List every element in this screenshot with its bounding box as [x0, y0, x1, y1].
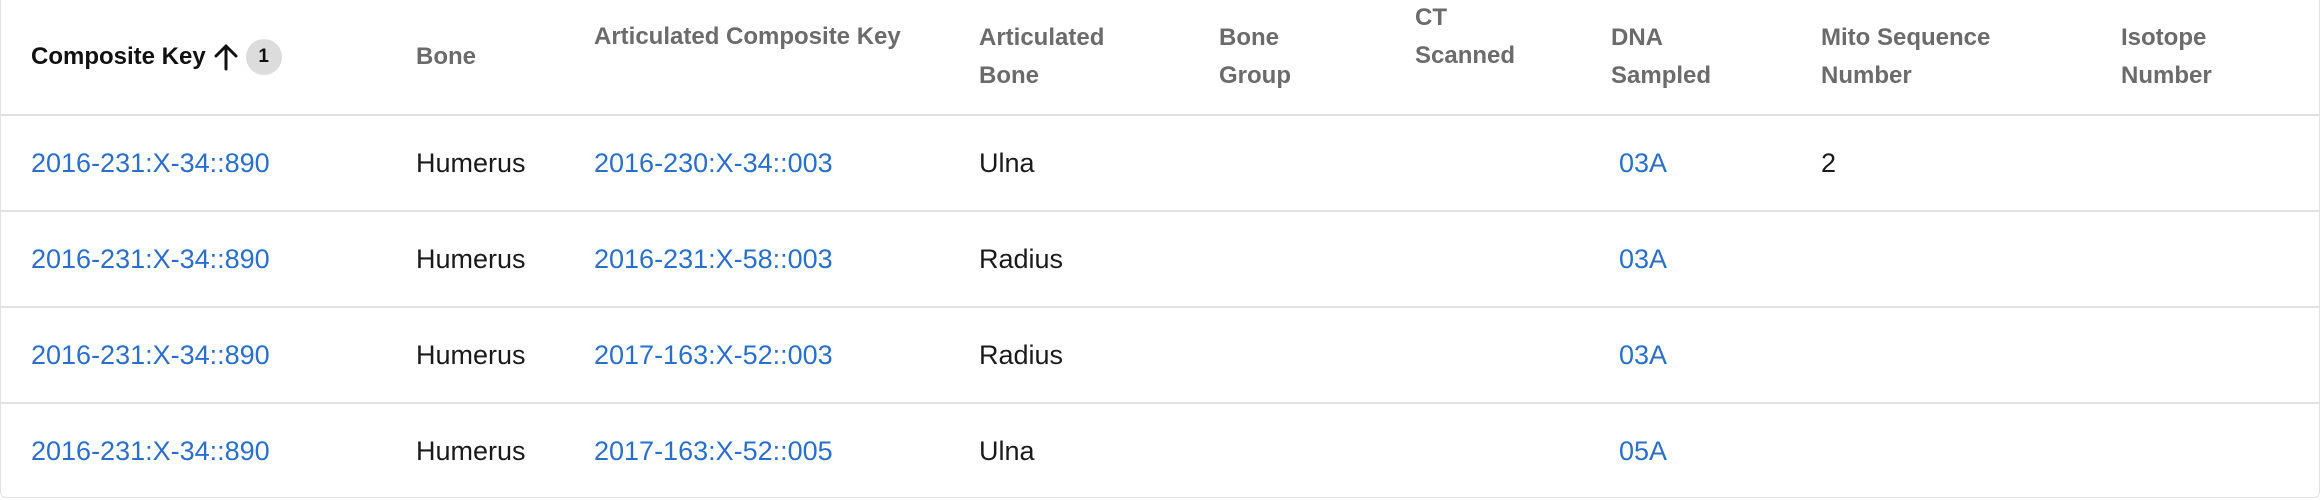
data-table-container: Composite Key 1 Bone Articulated Composi…	[0, 0, 2320, 498]
column-header-label: Mito Sequence Number	[1821, 24, 1991, 89]
isotope-number-cell	[2121, 307, 2319, 403]
bone-group-cell	[1219, 307, 1415, 403]
column-header-label: CT Scanned	[1415, 4, 1516, 69]
articulated-bone-cell: Radius	[979, 339, 1064, 370]
column-header-label: Articulated Bone	[979, 24, 1105, 89]
bone-group-cell	[1219, 403, 1415, 497]
arrow-up-icon[interactable]	[212, 43, 240, 71]
table-row: 2016-231:X-34::890 Humerus 2017-163:X-52…	[1, 307, 2319, 403]
composite-key-cell: 2016-231:X-34::890	[1, 403, 416, 497]
header-row: Composite Key 1 Bone Articulated Composi…	[1, 0, 2319, 115]
dna-sampled-link[interactable]: 03A	[1619, 148, 1667, 178]
composite-key-cell: 2016-231:X-34::890	[1, 307, 416, 403]
bone-group-cell	[1219, 211, 1415, 307]
column-header-label: Bone	[416, 43, 476, 70]
articulated-composite-key-cell: 2016-231:X-58::003	[594, 211, 979, 307]
articulated-composite-key-cell: 2017-163:X-52::003	[594, 307, 979, 403]
composite-key-link[interactable]: 2016-231:X-34::890	[31, 244, 270, 274]
ct-scanned-cell	[1415, 211, 1611, 307]
column-header-label: Articulated Composite Key	[594, 23, 901, 50]
composite-key-cell: 2016-231:X-34::890	[1, 115, 416, 211]
bone-cell: Humerus	[416, 147, 526, 178]
column-header-dna-sampled[interactable]: DNA Sampled	[1611, 0, 1821, 115]
bone-group-cell	[1219, 115, 1415, 211]
articulated-composite-key-link[interactable]: 2016-230:X-34::003	[594, 148, 833, 178]
column-header-composite-key[interactable]: Composite Key 1	[1, 0, 416, 115]
composite-key-link[interactable]: 2016-231:X-34::890	[31, 436, 270, 466]
dna-sampled-link[interactable]: 03A	[1619, 244, 1667, 274]
ct-scanned-cell	[1415, 403, 1611, 497]
articulated-composite-key-link[interactable]: 2017-163:X-52::005	[594, 436, 833, 466]
isotope-number-cell	[2121, 403, 2319, 497]
dna-sampled-cell: 05A	[1611, 403, 1821, 497]
dna-sampled-link[interactable]: 03A	[1619, 340, 1667, 370]
data-table: Composite Key 1 Bone Articulated Composi…	[1, 0, 2319, 497]
ct-scanned-cell	[1415, 115, 1611, 211]
column-header-ct-scanned[interactable]: CT Scanned	[1415, 0, 1611, 115]
dna-sampled-link[interactable]: 05A	[1619, 436, 1667, 466]
bone-cell: Humerus	[416, 436, 526, 466]
column-header-mito-sequence-number[interactable]: Mito Sequence Number	[1821, 0, 2121, 115]
dna-sampled-cell: 03A	[1611, 115, 1821, 211]
articulated-composite-key-link[interactable]: 2016-231:X-58::003	[594, 244, 833, 274]
isotope-number-cell	[2121, 211, 2319, 307]
mito-sequence-number-cell	[1821, 307, 2121, 403]
bone-cell: Humerus	[416, 339, 526, 370]
articulated-bone-cell: Ulna	[979, 147, 1035, 178]
column-header-articulated-composite-key[interactable]: Articulated Composite Key	[594, 0, 979, 115]
column-header-bone[interactable]: Bone	[416, 0, 594, 115]
bone-cell: Humerus	[416, 243, 526, 274]
table-row: 2016-231:X-34::890 Humerus 2016-231:X-58…	[1, 211, 2319, 307]
articulated-composite-key-link[interactable]: 2017-163:X-52::003	[594, 340, 833, 370]
column-header-articulated-bone[interactable]: Articulated Bone	[979, 0, 1219, 115]
sort-priority-badge: 1	[245, 39, 282, 75]
articulated-bone-cell: Ulna	[979, 436, 1035, 466]
composite-key-link[interactable]: 2016-231:X-34::890	[31, 340, 270, 370]
column-header-label: Bone Group	[1219, 24, 1291, 89]
dna-sampled-cell: 03A	[1611, 211, 1821, 307]
table-row: 2016-231:X-34::890 Humerus 2017-163:X-52…	[1, 403, 2319, 497]
column-header-bone-group[interactable]: Bone Group	[1219, 0, 1415, 115]
column-header-label: DNA Sampled	[1611, 24, 1712, 89]
mito-sequence-number-cell: 2	[1821, 147, 1837, 178]
table-row: 2016-231:X-34::890 Humerus 2016-230:X-34…	[1, 115, 2319, 211]
column-header-label: Composite Key	[31, 43, 206, 70]
composite-key-cell: 2016-231:X-34::890	[1, 211, 416, 307]
dna-sampled-cell: 03A	[1611, 307, 1821, 403]
articulated-bone-cell: Radius	[979, 243, 1064, 274]
mito-sequence-number-cell	[1821, 211, 2121, 307]
mito-sequence-number-cell	[1821, 403, 2121, 497]
column-header-isotope-number[interactable]: Isotope Number	[2121, 0, 2319, 115]
ct-scanned-cell	[1415, 307, 1611, 403]
articulated-composite-key-cell: 2016-230:X-34::003	[594, 115, 979, 211]
composite-key-link[interactable]: 2016-231:X-34::890	[31, 148, 270, 178]
articulated-composite-key-cell: 2017-163:X-52::005	[594, 403, 979, 497]
column-header-label: Isotope Number	[2121, 24, 2212, 89]
isotope-number-cell	[2121, 115, 2319, 211]
